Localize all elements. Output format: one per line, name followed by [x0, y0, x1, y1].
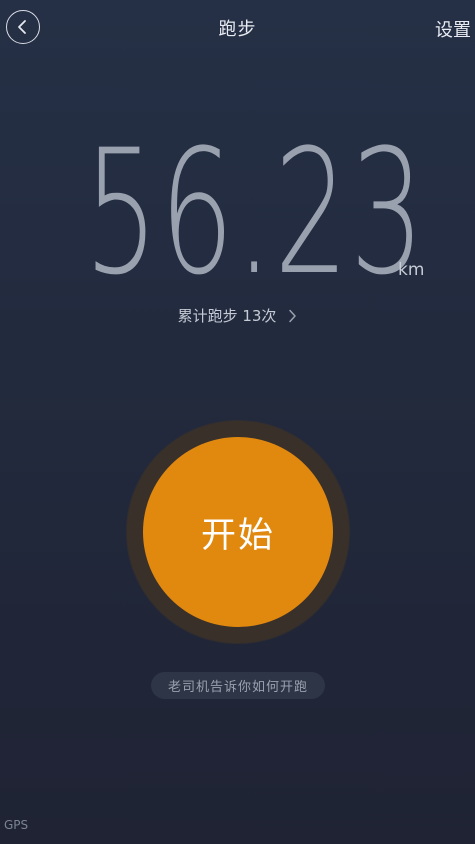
distance-display: 56.23 km	[0, 112, 475, 313]
total-runs-label: 累计跑步 13次	[177, 307, 277, 325]
start-button[interactable]: 开始	[143, 437, 333, 627]
chevron-right-icon	[288, 309, 297, 323]
start-button-label: 开始	[200, 515, 275, 556]
total-runs-link[interactable]: 累计跑步 13次	[0, 305, 475, 326]
gps-status: GPS	[4, 818, 29, 832]
distance-unit: km	[398, 260, 425, 280]
settings-button[interactable]: 设置	[435, 16, 471, 42]
tutorial-label: 老司机告诉你如何开跑	[167, 680, 308, 695]
tutorial-link[interactable]: 老司机告诉你如何开跑	[151, 672, 325, 699]
page-title: 跑步	[218, 19, 257, 40]
distance-value: 56.23	[84, 112, 426, 313]
